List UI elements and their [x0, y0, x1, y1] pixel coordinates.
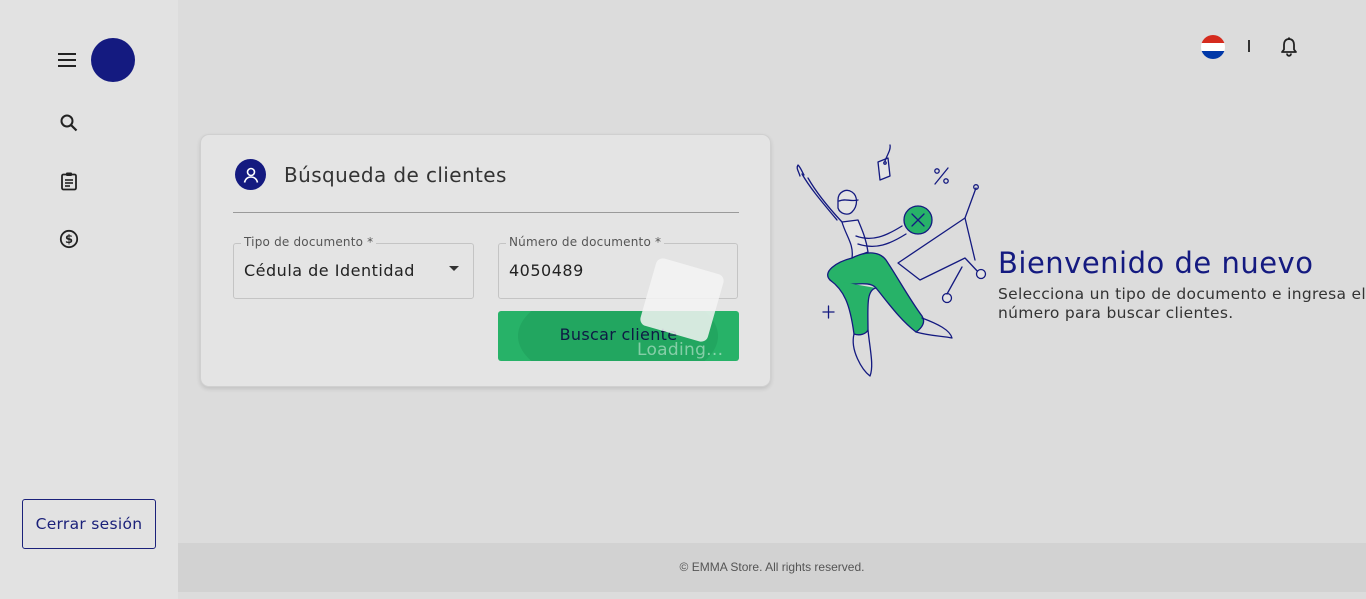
- search-icon[interactable]: [57, 111, 81, 135]
- hamburger-menu-icon[interactable]: [55, 48, 79, 72]
- document-type-select[interactable]: Tipo de documento * Cédula de Identidad: [233, 235, 474, 299]
- topbar-separator: [1248, 40, 1250, 52]
- loading-text: Loading...: [637, 340, 724, 360]
- card-divider: [233, 212, 739, 213]
- avatar[interactable]: [91, 38, 135, 82]
- dollar-icon[interactable]: $: [57, 227, 81, 251]
- document-type-label: Tipo de documento *: [241, 235, 377, 249]
- welcome-subtitle: Selecciona un tipo de documento e ingres…: [998, 285, 1366, 322]
- sidebar: $ Cerrar sesión: [0, 0, 178, 599]
- card-title: Búsqueda de clientes: [284, 163, 507, 187]
- footer: © EMMA Store. All rights reserved.: [178, 543, 1366, 592]
- logout-button[interactable]: Cerrar sesión: [22, 499, 156, 549]
- document-number-value: 4050489: [509, 261, 584, 280]
- footer-copyright: © EMMA Store. All rights reserved.: [679, 560, 865, 574]
- dropdown-arrow-icon[interactable]: [449, 266, 459, 271]
- clipboard-icon[interactable]: [57, 169, 81, 193]
- svg-text:$: $: [65, 232, 73, 246]
- user-icon: [235, 159, 266, 190]
- shopping-illustration: [796, 144, 987, 377]
- document-type-value: Cédula de Identidad: [244, 261, 415, 280]
- welcome-title: Bienvenido de nuevo: [998, 246, 1314, 280]
- paraguay-flag-icon[interactable]: [1201, 35, 1225, 59]
- document-number-label: Número de documento *: [506, 235, 665, 249]
- bell-icon[interactable]: [1278, 36, 1300, 58]
